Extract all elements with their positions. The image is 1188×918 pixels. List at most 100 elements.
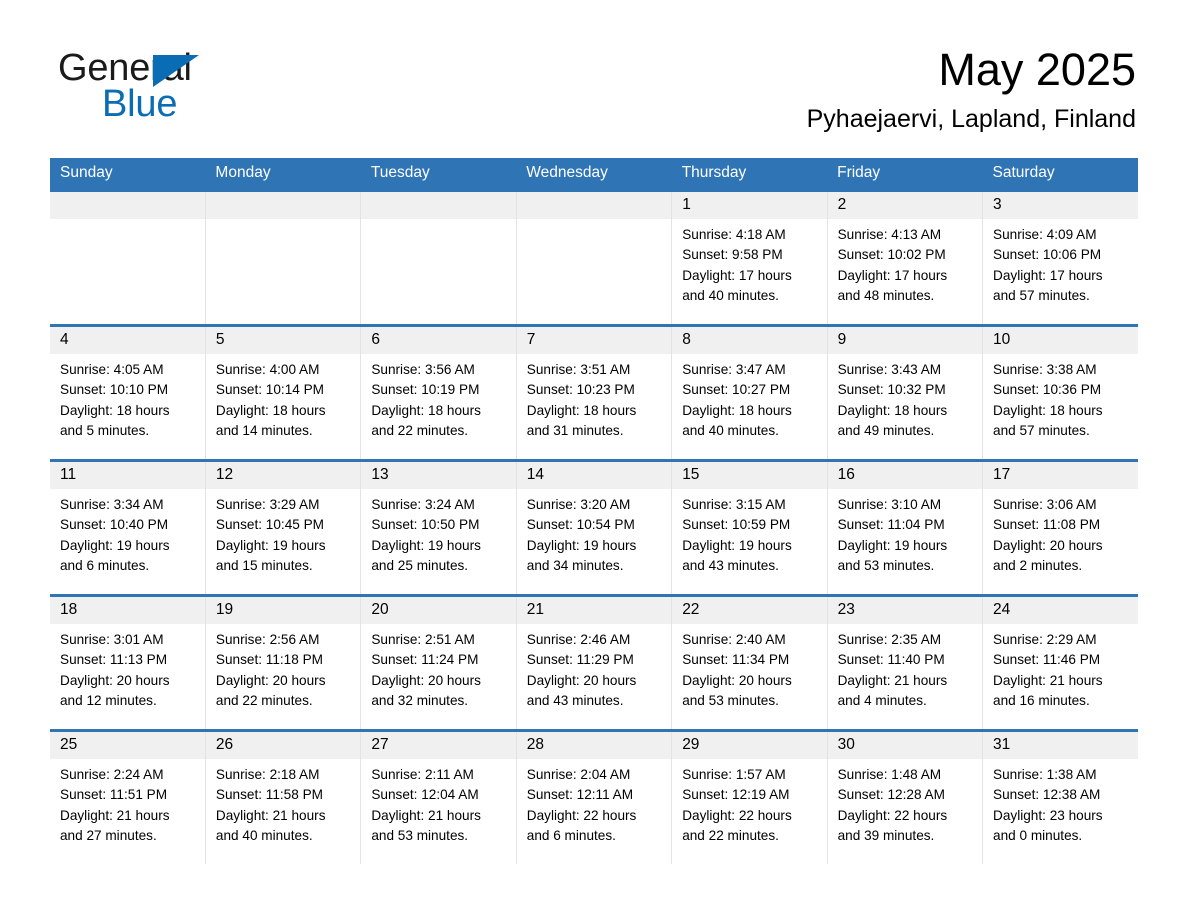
- sunset-text: Sunset: 10:40 PM: [60, 517, 169, 533]
- calendar-day-cell[interactable]: 19 Sunrise: 2:56 AM Sunset: 11:18 PM Daylig…: [204, 594, 362, 731]
- daylight-text: Daylight: 19 hours and 34 minutes.: [526, 537, 637, 573]
- day-number: 31: [983, 733, 1138, 759]
- sunrise-text: Sunrise: 2:40 AM: [682, 632, 786, 647]
- calendar-day-cell[interactable]: 5 Sunrise: 4:00 AM Sunset: 10:14 PM Dayligh…: [204, 324, 362, 461]
- daylight-text: Daylight: 21 hours and 53 minutes.: [371, 807, 481, 843]
- page-title: May 2025: [938, 44, 1136, 95]
- sunset-text: Sunset: 11:34 PM: [682, 652, 790, 668]
- sunset-text: Sunset: 10:50 PM: [371, 517, 480, 533]
- calendar-day-cell[interactable]: 30 Sunrise: 1:48 AM Sunset: 12:28 AM Daylig…: [826, 729, 984, 864]
- sunrise-text: Sunrise: 2:56 AM: [215, 632, 320, 647]
- sunrise-text: Sunrise: 3:01 AM: [60, 632, 164, 647]
- calendar-day-cell[interactable]: 20 Sunrise: 2:51 AM Sunset: 11:24 PM Daylig…: [360, 594, 517, 731]
- sunset-text: Sunset: 11:40 PM: [837, 652, 945, 668]
- calendar-week-row: 18 Sunrise: 3:01 AM Sunset: 11:13 PM Daylig…: [50, 594, 1138, 731]
- calendar-day-cell[interactable]: 28 Sunrise: 2:04 AM Sunset: 12:11 AM Daylig…: [515, 729, 673, 864]
- day-details: Sunrise: 3:56 AM Sunset: 10:19 PM Daylight…: [362, 354, 515, 441]
- daylight-text: Daylight: 21 hours and 40 minutes.: [215, 807, 326, 843]
- daylight-text: Daylight: 18 hours and 5 minutes.: [60, 402, 170, 438]
- calendar-day-cell[interactable]: 3 Sunrise: 4:09 AM Sunset: 10:06 PM Dayligh…: [982, 189, 1138, 326]
- day-number: 25: [50, 733, 205, 759]
- day-details: Sunrise: 4:00 AM Sunset: 10:14 PM Daylight…: [206, 354, 359, 441]
- calendar-day-cell[interactable]: 18 Sunrise: 3:01 AM Sunset: 11:13 PM Daylig…: [50, 594, 206, 731]
- sunset-text: Sunset: 10:06 PM: [993, 247, 1102, 263]
- calendar-day-cell[interactable]: 13 Sunrise: 3:24 AM Sunset: 10:50 PM Daylig…: [360, 459, 517, 596]
- day-details: Sunrise: 2:18 AM Sunset: 11:58 PM Daylight…: [206, 759, 359, 846]
- sunset-text: Sunset: 12:11 AM: [526, 787, 634, 803]
- daylight-text: Daylight: 19 hours and 53 minutes.: [837, 537, 948, 573]
- calendar-day-cell[interactable]: 23 Sunrise: 2:35 AM Sunset: 11:40 PM Daylig…: [826, 594, 984, 731]
- day-number: 14: [517, 463, 671, 489]
- daylight-text: Daylight: 22 hours and 39 minutes.: [837, 807, 948, 843]
- day-number: 23: [828, 598, 982, 624]
- sunset-text: Sunset: 10:23 PM: [526, 382, 635, 398]
- day-details: Sunrise: 3:51 AM Sunset: 10:23 PM Daylight…: [517, 354, 670, 441]
- calendar-day-cell[interactable]: 16 Sunrise: 3:10 AM Sunset: 11:04 PM Daylig…: [826, 459, 984, 596]
- calendar-day-cell[interactable]: 22 Sunrise: 2:40 AM Sunset: 11:34 PM Daylig…: [671, 594, 828, 731]
- calendar-day-cell[interactable]: 21 Sunrise: 2:46 AM Sunset: 11:29 PM Daylig…: [515, 594, 673, 731]
- calendar-day-cell[interactable]: 10 Sunrise: 3:38 AM Sunset: 10:36 PM Daylig…: [982, 324, 1138, 461]
- day-number: 30: [828, 733, 982, 759]
- general-blue-logo[interactable]: General Blue: [58, 48, 298, 124]
- calendar-day-cell[interactable]: 25 Sunrise: 2:24 AM Sunset: 11:51 PM Daylig…: [50, 729, 206, 864]
- sunset-text: Sunset: 10:36 PM: [993, 382, 1102, 398]
- daylight-text: Daylight: 22 hours and 22 minutes.: [682, 807, 792, 843]
- sunset-text: Sunset: 10:14 PM: [215, 382, 324, 398]
- calendar-day-cell[interactable]: 17 Sunrise: 3:06 AM Sunset: 11:08 PM Daylig…: [982, 459, 1138, 596]
- daylight-text: Daylight: 21 hours and 27 minutes.: [60, 807, 170, 843]
- daylight-text: Daylight: 17 hours and 48 minutes.: [837, 267, 948, 303]
- sunrise-text: Sunrise: 1:48 AM: [837, 767, 942, 782]
- day-number: 20: [361, 598, 516, 624]
- calendar-day-cell[interactable]: 2 Sunrise: 4:13 AM Sunset: 10:02 PM Dayligh…: [826, 189, 984, 326]
- calendar-day-cell[interactable]: 6 Sunrise: 3:56 AM Sunset: 10:19 PM Dayligh…: [360, 324, 517, 461]
- day-number: 11: [50, 463, 205, 489]
- calendar-day-cell[interactable]: 31 Sunrise: 1:38 AM Sunset: 12:38 AM Daylig…: [982, 729, 1138, 864]
- day-number: 6: [361, 328, 516, 354]
- calendar-day-cell[interactable]: 12 Sunrise: 3:29 AM Sunset: 10:45 PM Daylig…: [204, 459, 362, 596]
- calendar-day-cell[interactable]: 7 Sunrise: 3:51 AM Sunset: 10:23 PM Dayligh…: [515, 324, 673, 461]
- calendar-day-cell[interactable]: 4 Sunrise: 4:05 AM Sunset: 10:10 PM Dayligh…: [50, 324, 206, 461]
- sunset-text: Sunset: 11:08 PM: [993, 517, 1101, 533]
- calendar-day-cell[interactable]: 1 Sunrise: 4:18 AM Sunset: 9:58 PM Daylight…: [671, 189, 828, 326]
- sunrise-text: Sunrise: 3:15 AM: [682, 497, 786, 512]
- daylight-text: Daylight: 18 hours and 57 minutes.: [993, 402, 1103, 438]
- day-details: Sunrise: 3:01 AM Sunset: 11:13 PM Daylight…: [50, 624, 204, 711]
- calendar-day-cell[interactable]: 8 Sunrise: 3:47 AM Sunset: 10:27 PM Dayligh…: [671, 324, 828, 461]
- sunrise-text: Sunrise: 2:04 AM: [526, 767, 631, 782]
- day-number: 19: [206, 598, 360, 624]
- sunset-text: Sunset: 11:58 PM: [215, 787, 323, 803]
- day-number: 3: [983, 193, 1138, 219]
- weekday-header-thursday: Thursday: [671, 158, 828, 191]
- day-details: Sunrise: 2:35 AM Sunset: 11:40 PM Daylight…: [828, 624, 981, 711]
- day-details: Sunrise: 1:38 AM Sunset: 12:38 AM Daylight…: [984, 759, 1138, 846]
- day-number: 8: [672, 328, 827, 354]
- day-number: 4: [50, 328, 205, 354]
- calendar-day-cell[interactable]: 24 Sunrise: 2:29 AM Sunset: 11:46 PM Daylig…: [982, 594, 1138, 731]
- sunset-text: Sunset: 11:24 PM: [371, 652, 479, 668]
- calendar-day-cell[interactable]: 9 Sunrise: 3:43 AM Sunset: 10:32 PM Dayligh…: [826, 324, 984, 461]
- sunrise-text: Sunrise: 2:29 AM: [993, 632, 1097, 647]
- day-details: Sunrise: 2:04 AM Sunset: 12:11 AM Daylight…: [517, 759, 670, 846]
- sunrise-text: Sunrise: 4:09 AM: [993, 227, 1097, 242]
- calendar-day-cell[interactable]: 11 Sunrise: 3:34 AM Sunset: 10:40 PM Daylig…: [50, 459, 206, 596]
- day-number: 1: [672, 193, 827, 219]
- day-details: Sunrise: 3:20 AM Sunset: 10:54 PM Daylight…: [517, 489, 670, 576]
- day-number: [50, 193, 205, 219]
- calendar-day-cell[interactable]: 29 Sunrise: 1:57 AM Sunset: 12:19 AM Daylig…: [671, 729, 828, 864]
- sunrise-text: Sunrise: 4:13 AM: [837, 227, 942, 242]
- calendar-day-cell[interactable]: 14 Sunrise: 3:20 AM Sunset: 10:54 PM Daylig…: [515, 459, 673, 596]
- daylight-text: Daylight: 20 hours and 2 minutes.: [993, 537, 1103, 573]
- sunrise-text: Sunrise: 3:43 AM: [837, 362, 942, 377]
- calendar-body: 1 Sunrise: 4:18 AM Sunset: 9:58 PM Daylight…: [50, 189, 1138, 864]
- day-details: Sunrise: 3:43 AM Sunset: 10:32 PM Daylight…: [828, 354, 981, 441]
- sunset-text: Sunset: 12:19 AM: [682, 787, 790, 803]
- sunrise-text: Sunrise: 3:51 AM: [526, 362, 631, 377]
- calendar-page: General Blue May 2025 Pyhaejaervi, Lapla…: [0, 0, 1188, 918]
- calendar-day-cell[interactable]: 26 Sunrise: 2:18 AM Sunset: 11:58 PM Daylig…: [204, 729, 362, 864]
- calendar-day-cell[interactable]: 27 Sunrise: 2:11 AM Sunset: 12:04 AM Daylig…: [360, 729, 517, 864]
- day-number: 13: [361, 463, 516, 489]
- sunrise-text: Sunrise: 3:24 AM: [371, 497, 475, 512]
- day-number: 7: [517, 328, 671, 354]
- daylight-text: Daylight: 18 hours and 40 minutes.: [682, 402, 792, 438]
- calendar-day-cell[interactable]: 15 Sunrise: 3:15 AM Sunset: 10:59 PM Daylig…: [671, 459, 828, 596]
